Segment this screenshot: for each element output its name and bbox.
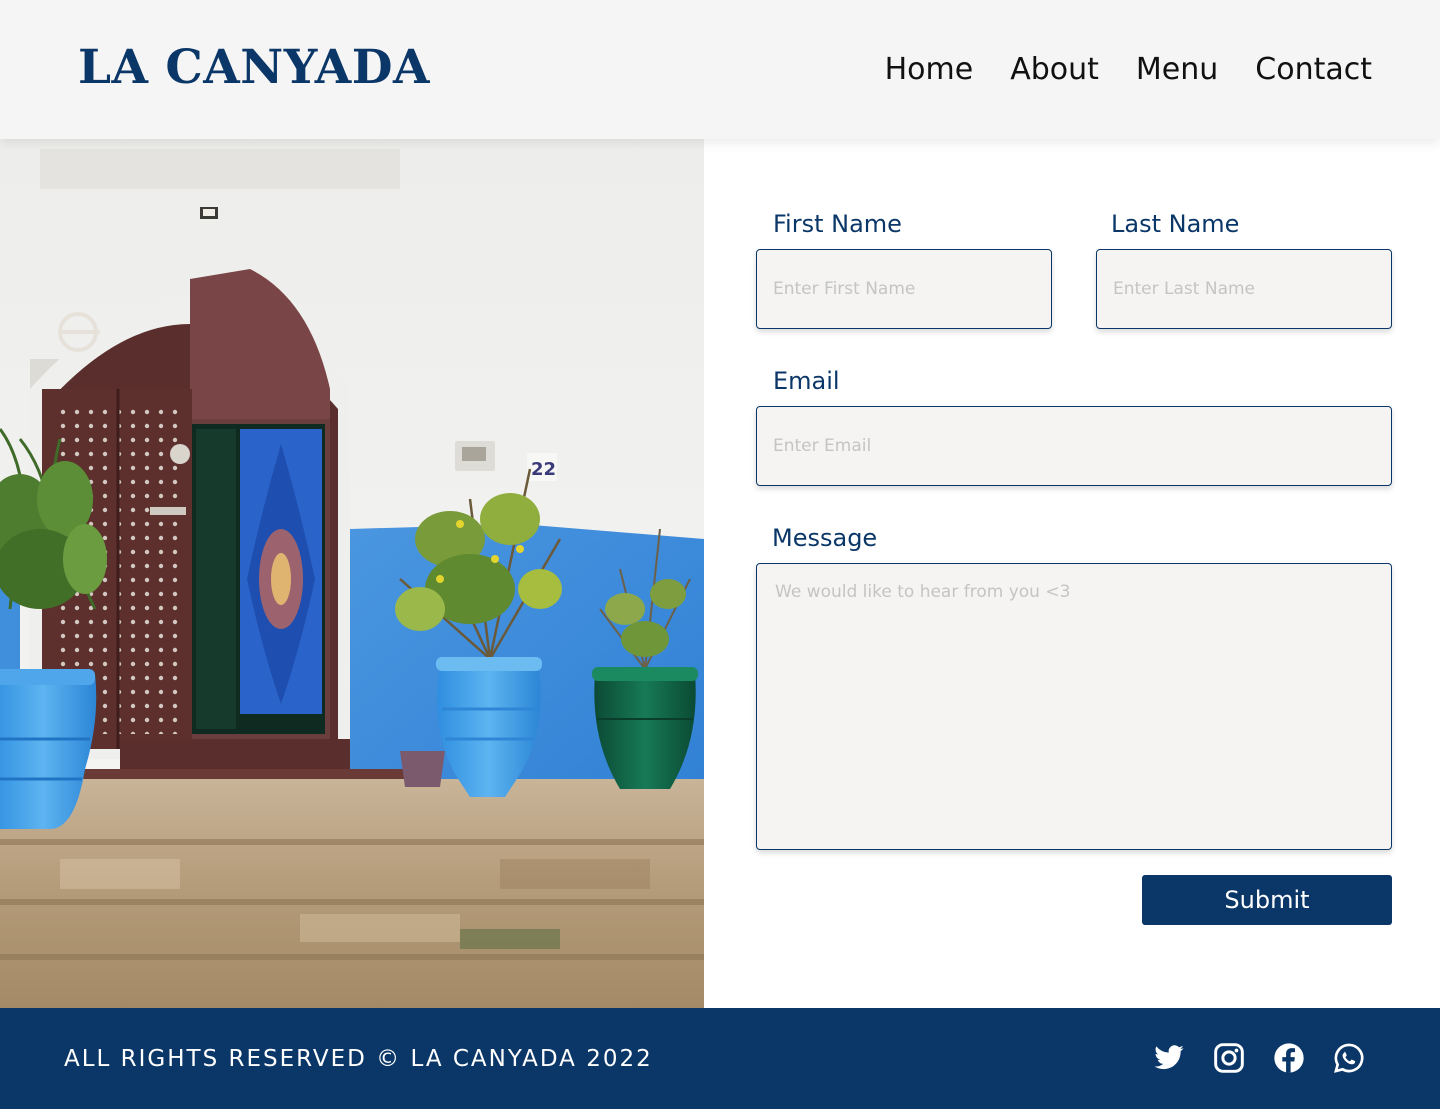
last-name-label: Last Name — [1111, 210, 1240, 238]
first-name-input[interactable] — [756, 249, 1052, 329]
main-nav: Home About Menu Contact — [885, 48, 1372, 92]
house-number: 22 — [531, 459, 556, 480]
message-label: Message — [772, 524, 878, 552]
moroccan-doorway-illustration: 22 — [0, 139, 704, 1008]
last-name-input[interactable] — [1096, 249, 1392, 329]
facebook-icon[interactable] — [1273, 1042, 1305, 1074]
twitter-icon[interactable] — [1153, 1042, 1185, 1074]
logo[interactable]: LA CANYADA — [78, 38, 430, 98]
submit-button[interactable]: Submit — [1142, 875, 1392, 925]
nav-link-about[interactable]: About — [1010, 48, 1099, 92]
site-header: LA CANYADA Home About Menu Contact — [0, 0, 1440, 139]
first-name-label: First Name — [773, 210, 902, 238]
nav-link-contact[interactable]: Contact — [1255, 48, 1372, 92]
copyright-text: ALL RIGHTS RESERVED © LA CANYADA 2022 — [64, 1046, 653, 1072]
whatsapp-icon[interactable] — [1333, 1042, 1365, 1074]
email-label: Email — [773, 367, 840, 395]
instagram-icon[interactable] — [1213, 1042, 1245, 1074]
message-textarea[interactable] — [756, 563, 1392, 850]
nav-link-menu[interactable]: Menu — [1136, 48, 1218, 92]
site-footer: ALL RIGHTS RESERVED © LA CANYADA 2022 — [0, 1008, 1440, 1109]
nav-link-home[interactable]: Home — [885, 48, 974, 92]
email-input[interactable] — [756, 406, 1392, 486]
hero-image: 22 — [0, 139, 704, 1008]
